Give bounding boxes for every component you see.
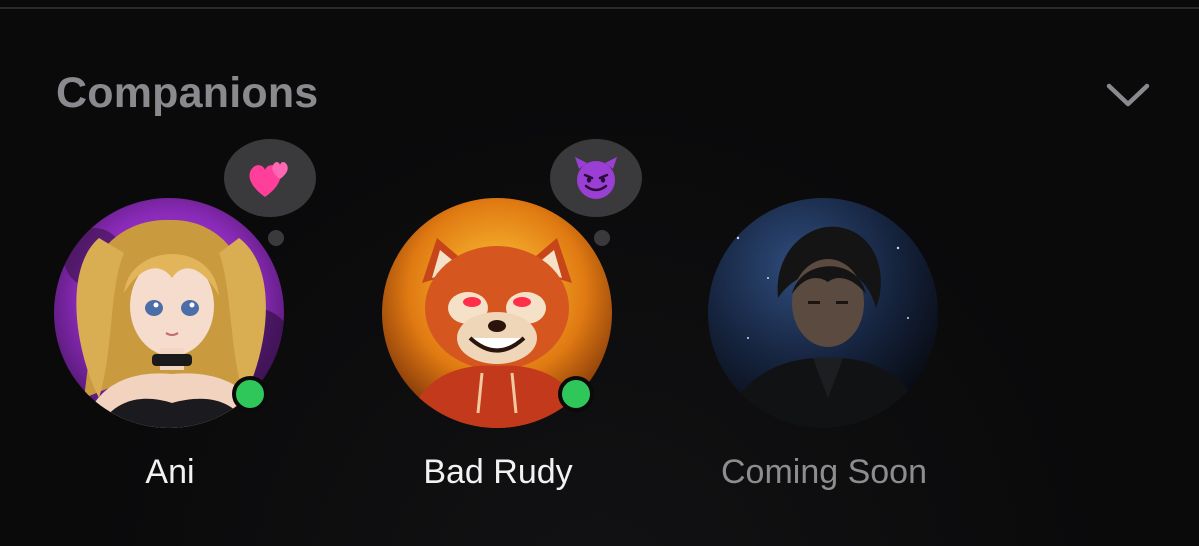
status-bubble-tail-bad-rudy: [594, 230, 610, 246]
companions-screen: Companions Ani Bad Rudy Coming Soon: [0, 0, 1199, 546]
avatar-coming-soon[interactable]: [708, 198, 938, 428]
companion-name-coming-soon: Coming Soon: [720, 453, 927, 491]
companion-name-bad-rudy: Bad Rudy: [423, 453, 573, 491]
companion-name-ani: Ani: [145, 453, 195, 491]
companion-card-ani[interactable]: Ani: [54, 139, 316, 498]
companions-list: Ani Bad Rudy Coming Soon: [0, 0, 1199, 546]
companion-card-bad-rudy[interactable]: Bad Rudy: [382, 139, 642, 498]
status-bubble-tail-ani: [268, 230, 284, 246]
status-bubble-bad-rudy: [550, 139, 642, 217]
online-indicator-ani: [232, 376, 268, 412]
status-bubble-ani: [224, 139, 316, 217]
companion-card-coming-soon[interactable]: Coming Soon: [708, 198, 940, 498]
two-hearts-icon: [249, 162, 288, 197]
smiling-imp-icon: [575, 157, 617, 199]
online-indicator-bad-rudy: [558, 376, 594, 412]
